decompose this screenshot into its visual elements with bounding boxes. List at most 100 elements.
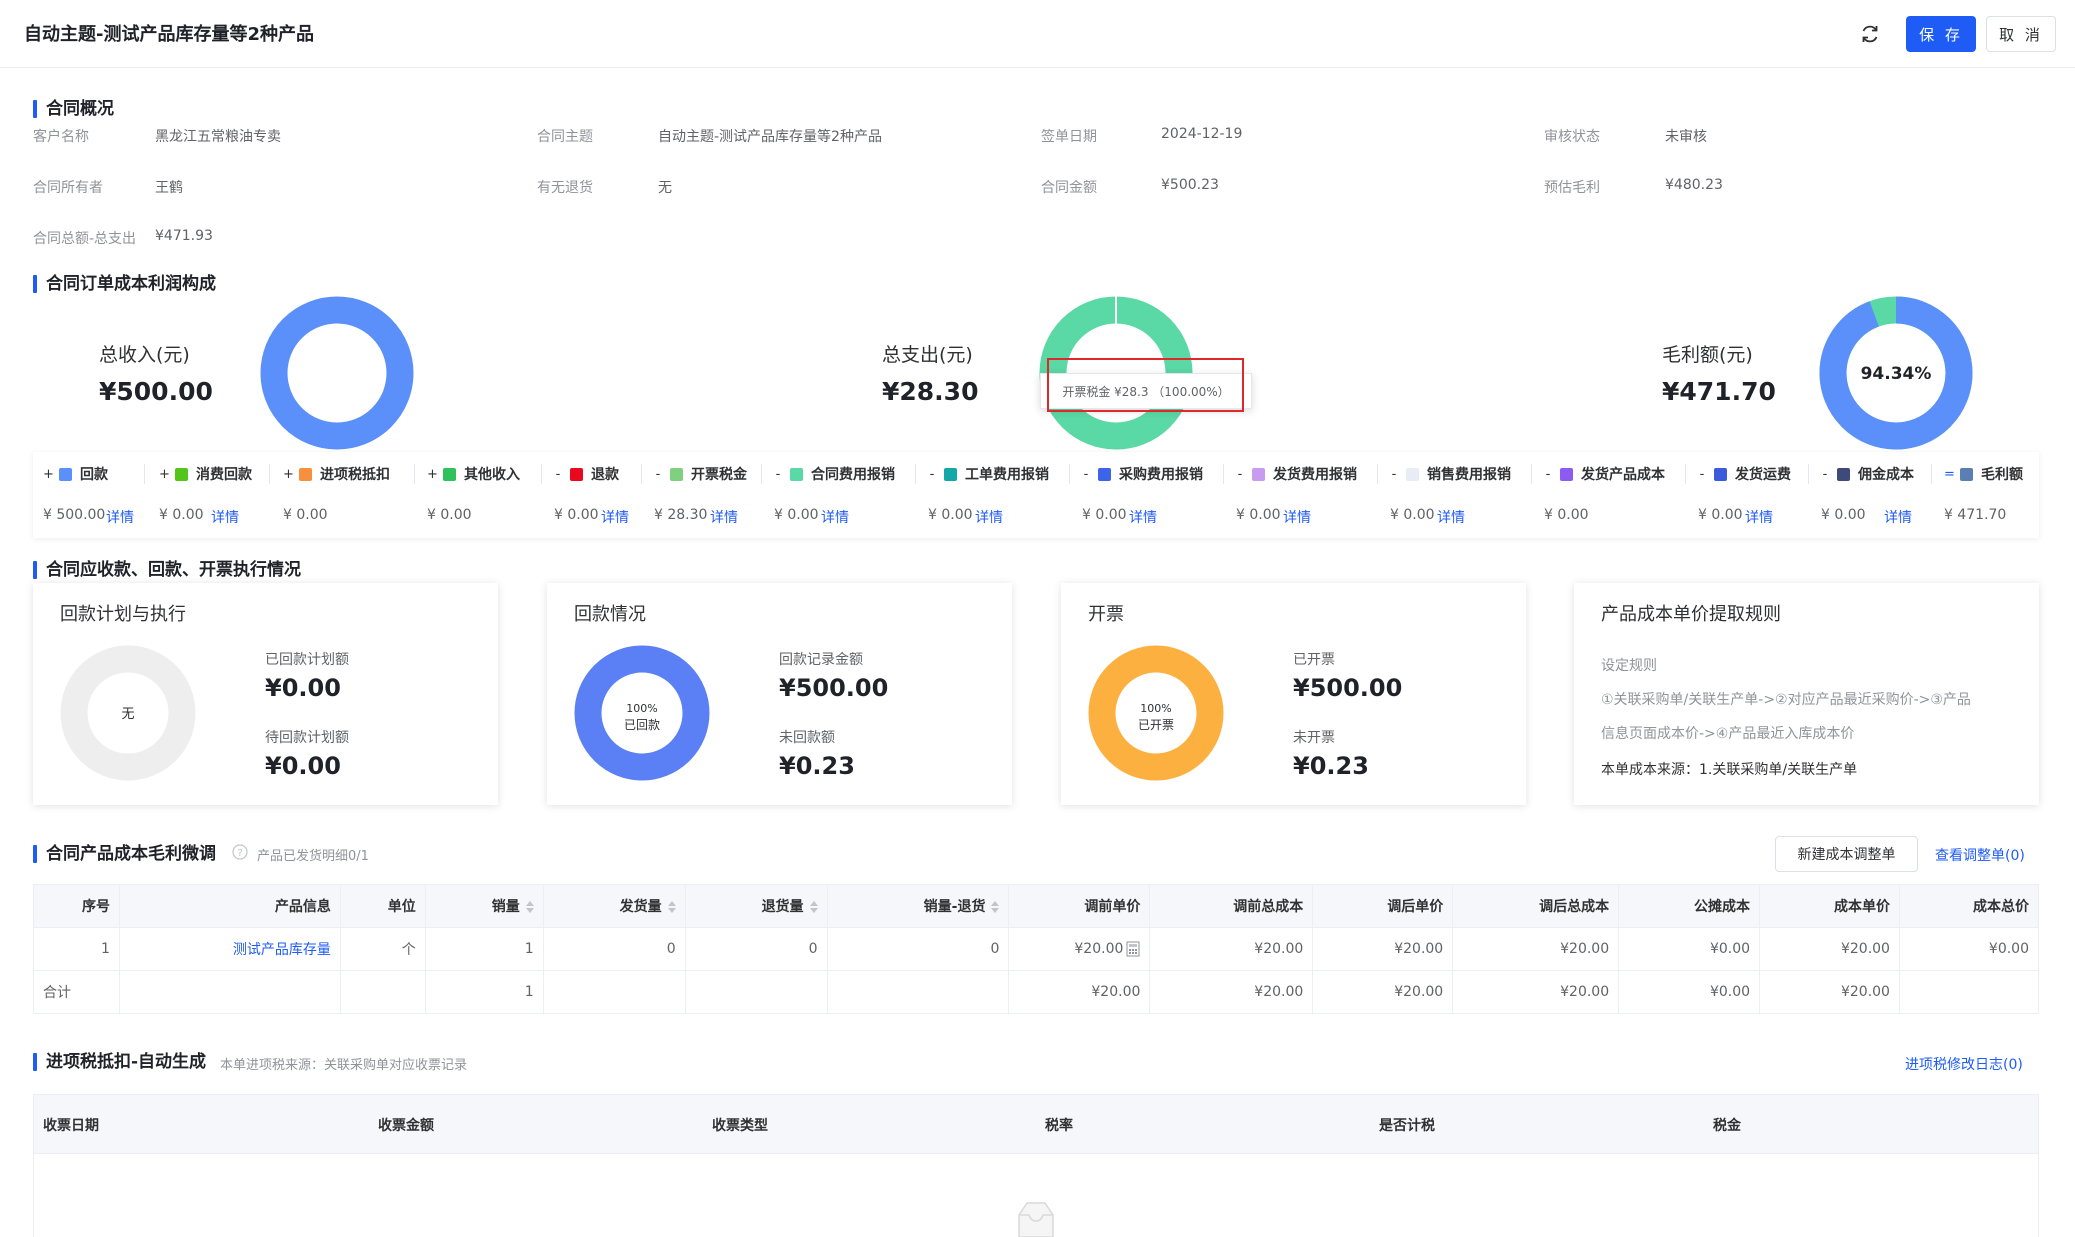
unpaid-value: ¥0.23 [779, 752, 855, 780]
income-label: 总收入(元) [99, 344, 190, 366]
payment-plan-card: 回款计划与执行 无 已回款计划额 ¥0.00 待回款计划额 ¥0.00 [33, 583, 498, 805]
donut-center-text: 已开票 [1138, 718, 1174, 732]
refresh-icon[interactable] [1858, 22, 1882, 46]
help-icon[interactable]: ? [232, 844, 248, 860]
col-header: 成本单价 [1759, 884, 1900, 928]
plan-pending-value: ¥0.00 [265, 752, 341, 780]
card-title: 产品成本单价提取规则 [1601, 604, 1781, 625]
margin-value: ¥471.70 [1662, 377, 1776, 406]
category-detail-link[interactable]: 详情 [1437, 507, 1465, 527]
category-detail-link[interactable]: 详情 [710, 507, 738, 527]
table-header-row: 序号 产品信息 单位 销量 发货量 退货量 销量-退货 调前单价 调前总成本 调… [33, 884, 2040, 928]
plan-paid-value: ¥0.00 [265, 674, 341, 702]
view-adjustments-link[interactable]: 查看调整单(0) [1935, 845, 2025, 865]
rule-line-2: 信息页面成本价->④产品最近入库成本价 [1601, 726, 1855, 742]
contract-subject-label: 合同主题 [537, 129, 593, 145]
col-header[interactable]: 发货量 [542, 884, 686, 928]
card-title: 开票 [1088, 604, 1124, 625]
col-header: 收票类型 [712, 1118, 768, 1134]
top-bar: 自动主题-测试产品库存量等2种产品 保 存 取 消 [0, 0, 2075, 68]
empty-data-icon [1018, 1202, 1054, 1237]
category-detail-link[interactable]: 详情 [106, 507, 134, 527]
margin-percent-text: 94.34% [1861, 364, 1932, 384]
payment-record-value: ¥500.00 [779, 674, 889, 702]
category-detail-link[interactable]: 详情 [601, 507, 629, 527]
invoiced-value: ¥500.00 [1293, 674, 1403, 702]
donut-center-text: 无 [121, 707, 134, 722]
product-link[interactable]: 测试产品库存量 [233, 942, 331, 958]
payment-donut-chart: 100% 已回款 [574, 645, 710, 781]
cost-rule-card: 产品成本单价提取规则 设定规则 ①关联采购单/关联生产单->②对应产品最近采购价… [1574, 583, 2039, 805]
save-button[interactable]: 保 存 [1906, 16, 1976, 52]
rule-subtitle: 设定规则 [1601, 658, 1657, 674]
contract-subject-value: 自动主题-测试产品库存量等2种产品 [658, 129, 882, 145]
has-return-label: 有无退货 [537, 180, 593, 196]
profit-section-title: 合同订单成本利润构成 [33, 273, 216, 295]
invoice-donut-chart: 100% 已开票 [1088, 645, 1224, 781]
col-header: 税金 [1713, 1118, 1741, 1134]
total-minus-expense-value: ¥471.93 [155, 228, 213, 244]
cancel-button[interactable]: 取 消 [1986, 16, 2056, 52]
col-header: 收票日期 [43, 1118, 99, 1134]
customer-name-label: 客户名称 [33, 129, 89, 145]
tooltip-highlight-box [1047, 358, 1244, 412]
overview-section-title: 合同概况 [33, 98, 114, 120]
review-status-value: 未审核 [1665, 129, 1707, 145]
payment-record-label: 回款记录金额 [779, 652, 863, 668]
uninvoiced-label: 未开票 [1293, 730, 1335, 746]
col-header[interactable]: 销量-退货 [826, 884, 1010, 928]
col-header: 税率 [1045, 1118, 1073, 1134]
plan-paid-label: 已回款计划额 [265, 652, 349, 668]
tax-table-header: 收票日期 收票金额 收票类型 税率 是否计税 税金 [33, 1094, 2039, 1154]
income-donut-ring [260, 296, 414, 450]
category-detail-link[interactable]: 详情 [1283, 507, 1311, 527]
col-header: 收票金额 [378, 1118, 434, 1134]
category-detail-link[interactable]: 详情 [821, 507, 849, 527]
category-detail-link[interactable]: 详情 [211, 507, 239, 527]
rule-line-1: ①关联采购单/关联生产单->②对应产品最近采购价->③产品 [1601, 692, 1971, 708]
category-detail-link[interactable]: 详情 [1129, 507, 1157, 527]
table-total-row: 合计 1 ¥20.00 ¥20.00 ¥20.00 ¥20.00 ¥0.00 ¥… [33, 970, 2040, 1014]
customer-name-value: 黑龙江五常粮油专卖 [155, 129, 281, 145]
total-minus-expense-label: 合同总额-总支出 [33, 231, 137, 247]
calculator-icon[interactable] [1126, 941, 1140, 957]
col-header: 调后单价 [1312, 884, 1454, 928]
contract-owner-value: 王鹤 [155, 180, 183, 196]
col-header: 产品信息 [118, 884, 341, 928]
tax-log-link[interactable]: 进项税修改日志(0) [1905, 1054, 2023, 1074]
donut-center-text: 已回款 [624, 718, 660, 732]
svg-text:?: ? [237, 848, 242, 859]
review-status-label: 审核状态 [1544, 129, 1600, 145]
estimated-profit-value: ¥480.23 [1665, 177, 1723, 193]
page-title: 自动主题-测试产品库存量等2种产品 [24, 24, 314, 45]
category-value: ¥ 500.00 [43, 507, 106, 523]
legend-swatch [59, 467, 72, 481]
margin-donut-chart: 94.34% [1819, 296, 1973, 450]
category-detail-link[interactable]: 详情 [1745, 507, 1773, 527]
col-header: 调前总成本 [1149, 884, 1314, 928]
contract-amount-label: 合同金额 [1041, 180, 1097, 196]
uninvoiced-value: ¥0.23 [1293, 752, 1369, 780]
col-header: 公摊成本 [1618, 884, 1761, 928]
col-header[interactable]: 销量 [424, 884, 544, 928]
col-header: 单位 [339, 884, 426, 928]
category-detail-link[interactable]: 详情 [975, 507, 1003, 527]
category-detail-link[interactable]: 详情 [1884, 507, 1912, 527]
income-donut-chart [260, 296, 414, 450]
contract-owner-label: 合同所有者 [33, 180, 103, 196]
product-table: 序号 产品信息 单位 销量 发货量 退货量 销量-退货 调前单价 调前总成本 调… [33, 884, 2040, 1014]
invoice-card: 开票 100% 已开票 已开票 ¥500.00 未开票 ¥0.23 [1061, 583, 1526, 805]
invoiced-label: 已开票 [1293, 652, 1335, 668]
col-header[interactable]: 退货量 [684, 884, 828, 928]
expense-value: ¥28.30 [882, 377, 979, 406]
has-return-value: 无 [658, 180, 672, 196]
sort-icon [809, 900, 818, 914]
contract-amount-value: ¥500.23 [1161, 177, 1219, 193]
unpaid-label: 未回款额 [779, 730, 835, 746]
margin-label: 毛利额(元) [1662, 344, 1753, 366]
sign-date-label: 签单日期 [1041, 129, 1097, 145]
table-row: 1 测试产品库存量 个 1 0 0 0 ¥20.00 ¥20.00 ¥20.00… [33, 927, 2040, 971]
products-subtitle: 产品已发货明细0/1 [257, 849, 369, 864]
new-cost-adjustment-button[interactable]: 新建成本调整单 [1775, 836, 1918, 872]
col-header: 调后总成本 [1452, 884, 1620, 928]
